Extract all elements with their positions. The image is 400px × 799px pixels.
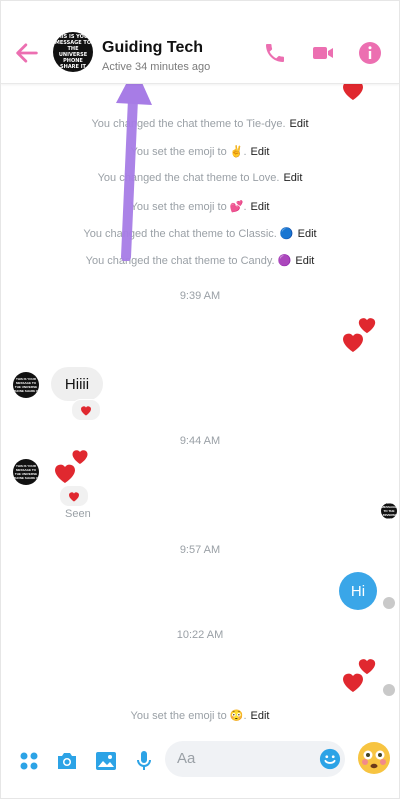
message-input-placeholder: Aa xyxy=(177,750,196,767)
system-message: You set the emoji to 💕. Edit xyxy=(1,200,399,213)
emoji-picker-icon[interactable] xyxy=(319,748,341,770)
contact-name[interactable]: Guiding Tech xyxy=(102,39,203,57)
contact-avatar-small[interactable]: THIS IS YOUR MESSAGE TO THE UNIVERSE PHO… xyxy=(13,372,39,398)
system-message: You set the emoji to ✌️. Edit xyxy=(1,145,399,158)
system-message: You changed the chat theme to Classic. 🔵… xyxy=(1,227,399,240)
timestamp: 10:22 AM xyxy=(176,629,224,641)
timestamp: 9:57 AM xyxy=(179,544,221,556)
edit-link[interactable]: Edit xyxy=(251,201,270,213)
heart-emoji xyxy=(55,464,75,483)
system-message: You set the emoji to 😳. Edit xyxy=(1,709,399,722)
camera-icon[interactable] xyxy=(55,749,79,773)
heart-emoji xyxy=(69,491,79,501)
video-icon[interactable] xyxy=(311,41,335,65)
chat-header: THIS IS YOUR MESSAGE TO THE UNIVERSE PHO… xyxy=(1,1,399,84)
system-message-text: You changed the chat theme to Candy. 🟣 xyxy=(85,255,292,267)
system-message: You changed the chat theme to Tie-dye. Ed… xyxy=(1,118,399,130)
contact-avatar[interactable]: THIS IS YOUR MESSAGE TO THE UNIVERSE PHO… xyxy=(53,32,93,72)
seen-label: Seen xyxy=(65,508,91,520)
system-message: You changed the chat theme to Candy. 🟣 Ed… xyxy=(1,254,399,267)
avatar-text: THIS IS YOUR MESSAGE TO THE UNIVERSE PHO… xyxy=(13,377,39,393)
back-arrow-icon[interactable] xyxy=(13,39,41,67)
heart-emoji xyxy=(343,333,363,352)
system-message-text: You changed the chat theme to Tie-dye. xyxy=(91,118,286,130)
system-message-text: You set the emoji to 😳. xyxy=(130,710,247,722)
system-message-text: You changed the chat theme to Classic. 🔵 xyxy=(83,228,294,240)
edit-link[interactable]: Edit xyxy=(283,172,302,184)
read-receipt-avatar: THIS IS YOUR MESSAGE TO THE UNIVERSE PHO… xyxy=(381,503,397,519)
heart-emoji xyxy=(343,673,363,692)
timestamp: 9:39 AM xyxy=(179,290,221,302)
incoming-message[interactable]: Hiiii xyxy=(51,367,103,401)
chat-window: THIS IS YOUR MESSAGE TO THE UNIVERSE PHO… xyxy=(0,0,400,799)
system-message-text: You set the emoji to 💕. xyxy=(130,201,247,213)
edit-link[interactable]: Edit xyxy=(290,118,309,130)
edit-link[interactable]: Edit xyxy=(251,710,270,722)
gallery-icon[interactable] xyxy=(94,749,118,773)
avatar-text: THIS IS YOUR MESSAGE TO THE UNIVERSE PHO… xyxy=(54,34,92,70)
delivered-check-icon xyxy=(383,684,395,696)
apps-icon[interactable] xyxy=(17,749,41,773)
reaction-badge[interactable] xyxy=(59,485,89,507)
system-message: You changed the chat theme to Love. Edit xyxy=(1,172,399,184)
edit-link[interactable]: Edit xyxy=(298,228,317,240)
avatar-text: THIS IS YOUR MESSAGE TO THE UNIVERSE PHO… xyxy=(13,464,39,480)
edit-link[interactable]: Edit xyxy=(295,255,314,267)
active-status: Active 34 minutes ago xyxy=(102,61,211,73)
delivered-check-icon xyxy=(383,597,395,609)
edit-link[interactable]: Edit xyxy=(251,146,270,158)
reaction-badge[interactable] xyxy=(71,399,101,421)
outgoing-message[interactable]: Hi xyxy=(339,572,377,610)
microphone-icon[interactable] xyxy=(132,749,156,773)
contact-avatar-small[interactable]: THIS IS YOUR MESSAGE TO THE UNIVERSE PHO… xyxy=(13,459,39,485)
info-icon[interactable] xyxy=(358,41,382,65)
heart-emoji xyxy=(81,405,91,415)
phone-icon[interactable] xyxy=(263,41,287,65)
system-message-text: You set the emoji to ✌️. xyxy=(130,146,247,158)
system-message-text: You changed the chat theme to Love. xyxy=(97,172,280,184)
message-input[interactable]: Aa xyxy=(165,741,345,777)
timestamp: 9:44 AM xyxy=(179,435,221,447)
avatar-text: THIS IS YOUR MESSAGE TO THE UNIVERSE PHO… xyxy=(381,503,397,519)
flushed-emoji-icon[interactable] xyxy=(357,741,391,775)
